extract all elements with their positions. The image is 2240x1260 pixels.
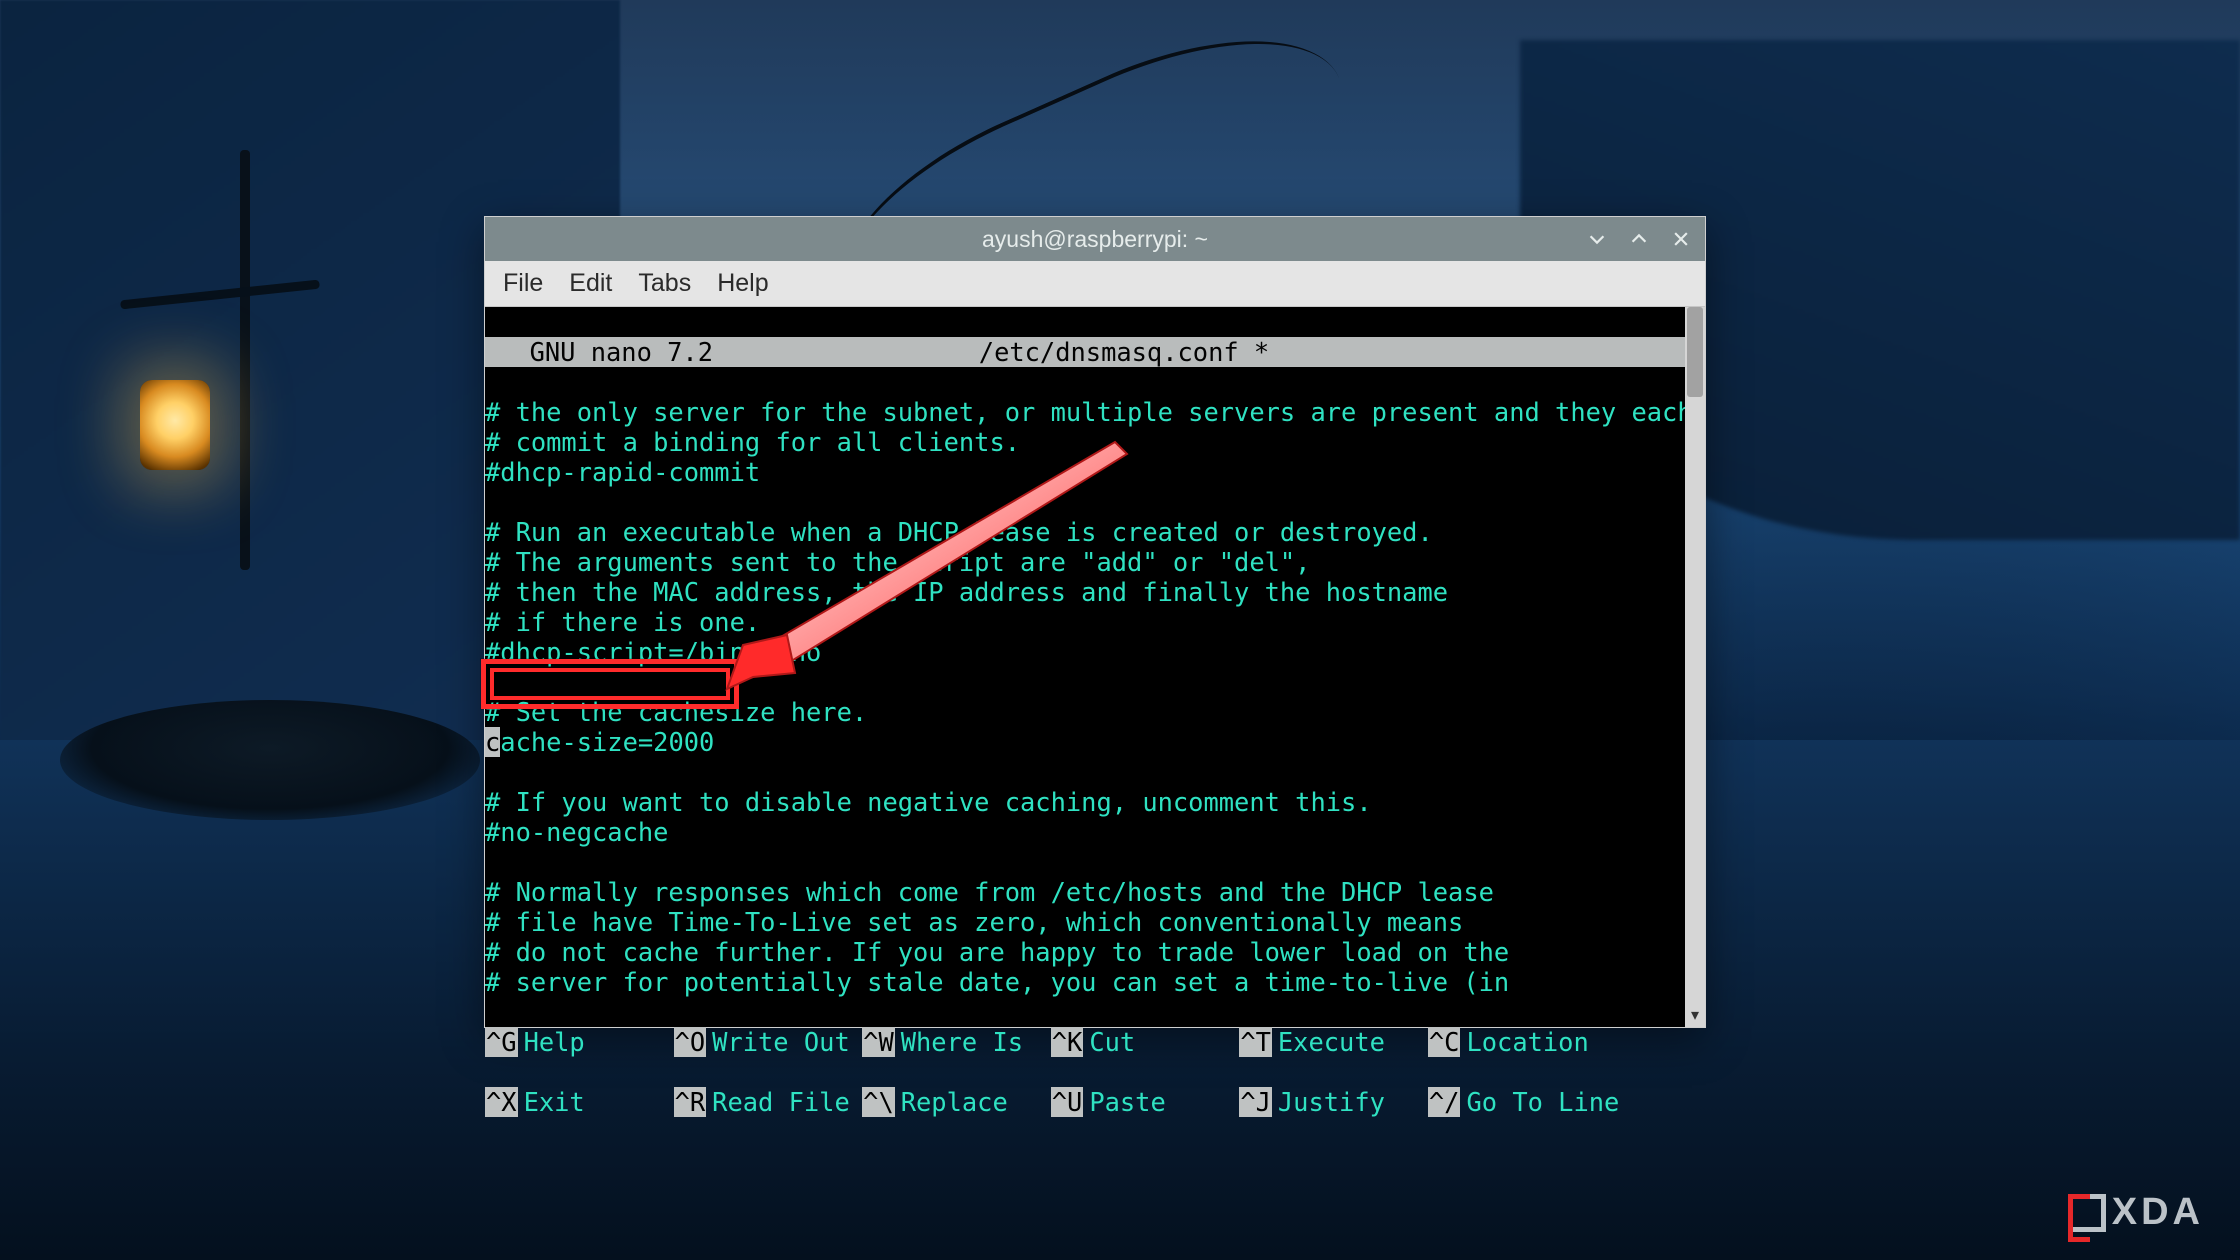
bg-lantern: [140, 380, 210, 470]
menu-help[interactable]: Help: [711, 265, 774, 302]
conf-line: # Normally responses which come from /et…: [485, 877, 1494, 907]
xda-watermark: XDA: [2068, 1191, 2204, 1234]
maximize-icon[interactable]: [1625, 225, 1653, 253]
window-title: ayush@raspberrypi: ~: [485, 226, 1705, 253]
nano-header: GNU nano 7.2/etc/dnsmasq.conf *: [485, 337, 1685, 367]
xda-logo-icon: [2068, 1194, 2106, 1232]
menubar: File Edit Tabs Help: [485, 261, 1705, 307]
annotation-arrow-icon: [715, 437, 1135, 697]
conf-line: # the only server for the subnet, or mul…: [485, 397, 1693, 427]
nano-help-row-2: ^XExit^RRead File^\Replace^UPaste^JJusti…: [485, 1087, 1685, 1117]
conf-line: # If you want to disable negative cachin…: [485, 787, 1372, 817]
conf-line: #no-negcache: [485, 817, 668, 847]
desktop-background: ayush@raspberrypi: ~ File Edit Tabs Help…: [0, 0, 2240, 1260]
blank-line: [485, 997, 500, 1027]
scrollbar-down-icon[interactable]: ▾: [1685, 1005, 1705, 1025]
text-cursor: c: [485, 727, 500, 757]
bg-post: [240, 150, 250, 570]
conf-line: # do not cache further. If you are happy…: [485, 937, 1509, 967]
terminal-scrollbar[interactable]: ▾: [1685, 307, 1705, 1027]
window-titlebar[interactable]: ayush@raspberrypi: ~: [485, 217, 1705, 261]
scrollbar-thumb[interactable]: [1687, 307, 1703, 397]
terminal-content[interactable]: GNU nano 7.2/etc/dnsmasq.conf * # the on…: [485, 307, 1685, 1027]
xda-watermark-text: XDA: [2112, 1191, 2204, 1234]
cache-size-line: cache-size=2000: [485, 727, 714, 757]
nano-help-row-1: ^GHelp^OWrite Out^WWhere Is^KCut^TExecut…: [485, 1027, 1685, 1057]
bg-raft: [60, 700, 480, 820]
menu-file[interactable]: File: [497, 265, 549, 302]
menu-edit[interactable]: Edit: [563, 265, 618, 302]
nano-app-name: GNU nano 7.2: [485, 337, 723, 367]
terminal-window: ayush@raspberrypi: ~ File Edit Tabs Help…: [484, 216, 1706, 1028]
menu-tabs[interactable]: Tabs: [632, 265, 697, 302]
minimize-icon[interactable]: [1583, 225, 1611, 253]
conf-line: # server for potentially stale date, you…: [485, 967, 1509, 997]
annotation-highlight-inner: [490, 668, 730, 700]
nano-file-path: /etc/dnsmasq.conf *: [979, 337, 1269, 367]
close-icon[interactable]: [1667, 225, 1695, 253]
conf-line: # file have Time-To-Live set as zero, wh…: [485, 907, 1463, 937]
